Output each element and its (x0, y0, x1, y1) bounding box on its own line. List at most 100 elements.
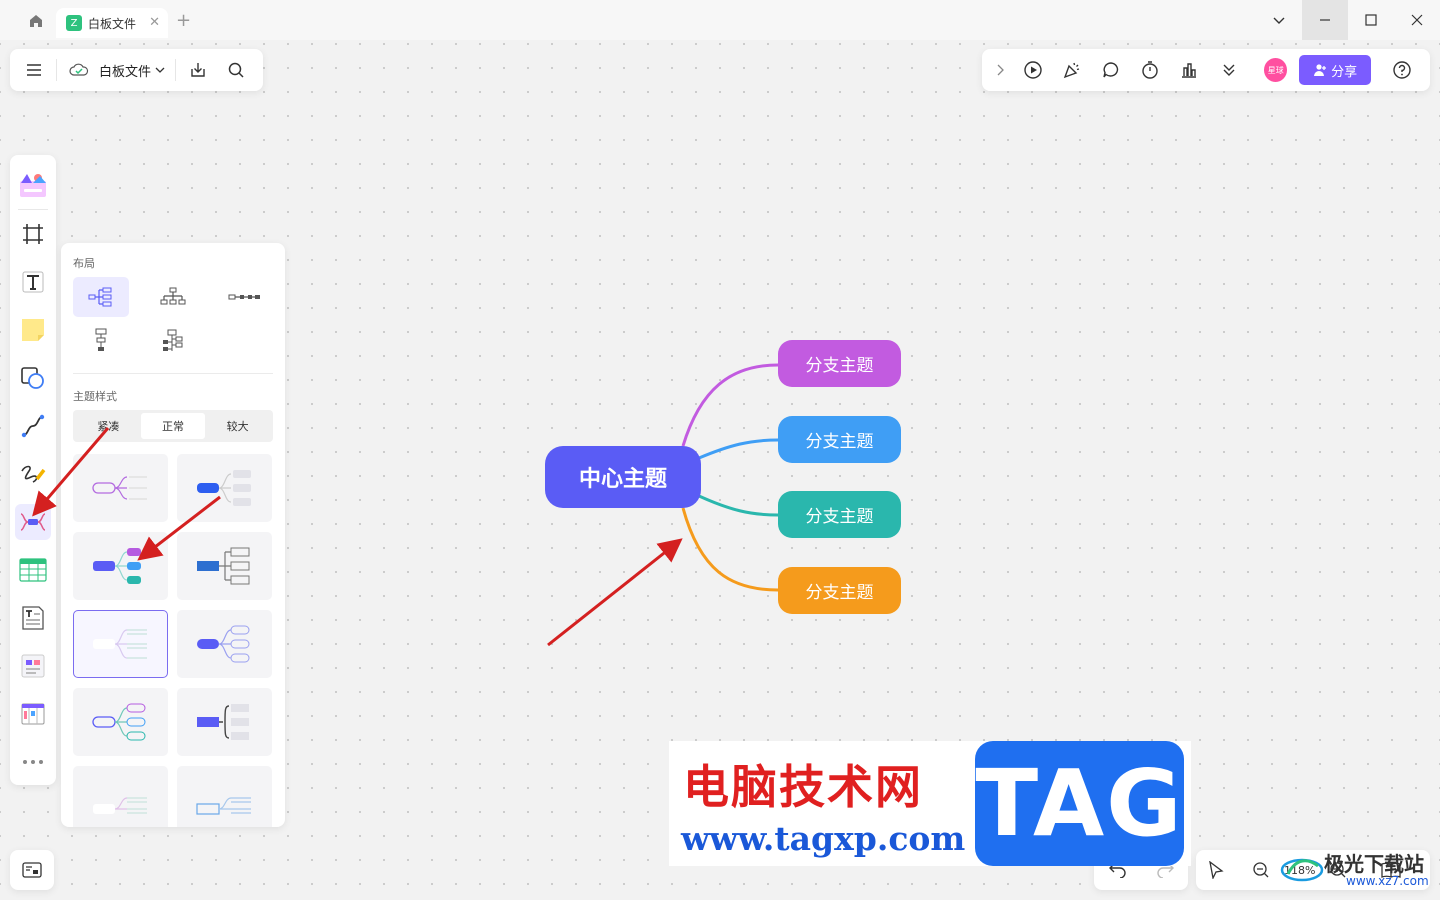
text-tool[interactable] (10, 258, 56, 306)
vote-icon[interactable] (1178, 58, 1201, 82)
arrow-to-canvas-mindmap (547, 538, 683, 647)
kanban-icon (21, 654, 45, 678)
shape-tool[interactable] (10, 354, 56, 402)
more-dots-icon (23, 760, 43, 764)
close-window-icon[interactable] (1394, 0, 1440, 40)
present-play-icon[interactable] (1021, 58, 1044, 82)
style-option-light-selected[interactable] (73, 610, 168, 678)
table-icon (19, 558, 47, 582)
aurora-logo-icon (1280, 858, 1324, 882)
divider (56, 59, 57, 81)
style-option-round-outline[interactable] (177, 610, 272, 678)
style-option-outline-purple[interactable] (73, 454, 168, 522)
style-thumbnail (91, 703, 145, 741)
document-tool[interactable] (10, 594, 56, 642)
maximize-icon[interactable] (1348, 0, 1394, 40)
mindmap-style-panel: 布局 主题样式 紧凑 正常 较大 (61, 243, 285, 827)
kanban-tool[interactable] (10, 642, 56, 690)
style-thumbnail (196, 547, 249, 585)
style-thumbnail (196, 625, 249, 663)
pen-tool[interactable] (10, 450, 56, 498)
help-icon[interactable] (1391, 58, 1414, 82)
minimize-icon[interactable] (1302, 0, 1348, 40)
templates-icon (20, 174, 46, 197)
layout-down-icon (95, 328, 107, 351)
watermark-title: 电脑技术网 (683, 760, 923, 814)
connector-tool[interactable] (10, 402, 56, 450)
avatar[interactable]: 星球 (1264, 58, 1288, 82)
mindmap-tool[interactable] (10, 498, 56, 546)
layout-right-tree[interactable] (73, 277, 129, 317)
text-icon (22, 271, 44, 293)
style-option-bracket[interactable] (177, 688, 272, 756)
chevron-down-icon[interactable] (155, 65, 165, 75)
layout-section-label: 布局 (73, 257, 95, 270)
tab-label: 白板文件 (88, 16, 137, 31)
connector-icon (21, 414, 45, 438)
style-option-blue-grid[interactable] (177, 532, 272, 600)
close-tab-icon[interactable]: ✕ (149, 15, 160, 30)
sticky-note-tool[interactable] (10, 306, 56, 354)
document-icon (22, 606, 44, 630)
branch-topic-node[interactable]: 分支主题 (778, 340, 901, 387)
style-thumbnail (92, 797, 147, 814)
layout-indent-icon (163, 329, 183, 351)
shape-icon (21, 367, 44, 389)
style-option-blue-line[interactable] (177, 766, 272, 827)
timer-icon[interactable] (1139, 58, 1162, 82)
collab-toolbar: 星球 分享 (982, 49, 1430, 91)
density-normal[interactable]: 正常 (140, 413, 206, 439)
layout-down-tree[interactable] (73, 321, 129, 361)
central-topic-node[interactable]: 中心主题 (545, 446, 701, 508)
style-option-colorful[interactable] (73, 532, 168, 600)
zoom-out-icon[interactable] (1252, 861, 1270, 879)
menu-icon[interactable] (22, 58, 46, 82)
branch-topic-node[interactable]: 分支主题 (778, 416, 901, 463)
corner-watermark-title: 极光下载站 (1324, 852, 1424, 876)
style-option-blue-boxes[interactable] (177, 454, 272, 522)
chevron-right-icon[interactable] (988, 58, 1011, 82)
home-icon[interactable] (22, 9, 50, 33)
minimap-icon (22, 862, 42, 878)
watermark-url: www.tagxp.com (681, 819, 966, 858)
comment-icon[interactable] (1100, 58, 1123, 82)
divider (175, 59, 177, 81)
mindmap-icon (20, 513, 46, 531)
more-tools[interactable] (10, 738, 56, 786)
layout-org-chart[interactable] (145, 277, 201, 317)
add-tab-icon[interactable]: + (176, 10, 191, 31)
file-toolbar: 白板文件 (10, 49, 263, 91)
branch-topic-node[interactable]: 分支主题 (778, 491, 901, 538)
share-button[interactable]: 分享 (1299, 55, 1371, 85)
style-option-soft[interactable] (73, 766, 168, 827)
tab-whiteboard-file[interactable]: Z 白板文件 ✕ (56, 8, 168, 38)
download-icon[interactable] (186, 58, 210, 82)
style-option-multicolor-outline[interactable] (73, 688, 168, 756)
watermark-text-block: 电脑技术网 www.tagxp.com (669, 741, 979, 866)
branch-topic-node[interactable]: 分支主题 (778, 567, 901, 614)
layout-right-icon (88, 287, 112, 307)
select-pointer-icon[interactable] (1208, 861, 1224, 879)
style-options (73, 454, 273, 827)
divider (73, 373, 273, 374)
chevron-down-icon[interactable] (1256, 0, 1302, 40)
title-bar: Z 白板文件 ✕ + (0, 0, 1440, 40)
branch-connector-3 (698, 494, 779, 517)
layout-options (73, 277, 273, 361)
density-large[interactable]: 较大 (205, 413, 270, 439)
layout-fishbone[interactable] (145, 321, 201, 361)
density-compact[interactable]: 紧凑 (76, 413, 141, 439)
corner-watermark: 极光下载站 www.xz7.com (1280, 848, 1435, 894)
table-tool[interactable] (10, 546, 56, 594)
columns-tool[interactable] (10, 690, 56, 738)
branch-connector-2 (698, 438, 779, 460)
layout-timeline[interactable] (217, 277, 273, 317)
frame-tool[interactable] (10, 210, 56, 258)
file-name-dropdown[interactable]: 白板文件 (99, 61, 151, 80)
search-icon[interactable] (224, 58, 248, 82)
templates-tool[interactable] (10, 161, 56, 209)
minimap-button[interactable] (10, 850, 54, 890)
tool-rail (10, 155, 56, 785)
double-chevron-down-icon[interactable] (1217, 58, 1240, 82)
celebrate-icon[interactable] (1060, 58, 1083, 82)
